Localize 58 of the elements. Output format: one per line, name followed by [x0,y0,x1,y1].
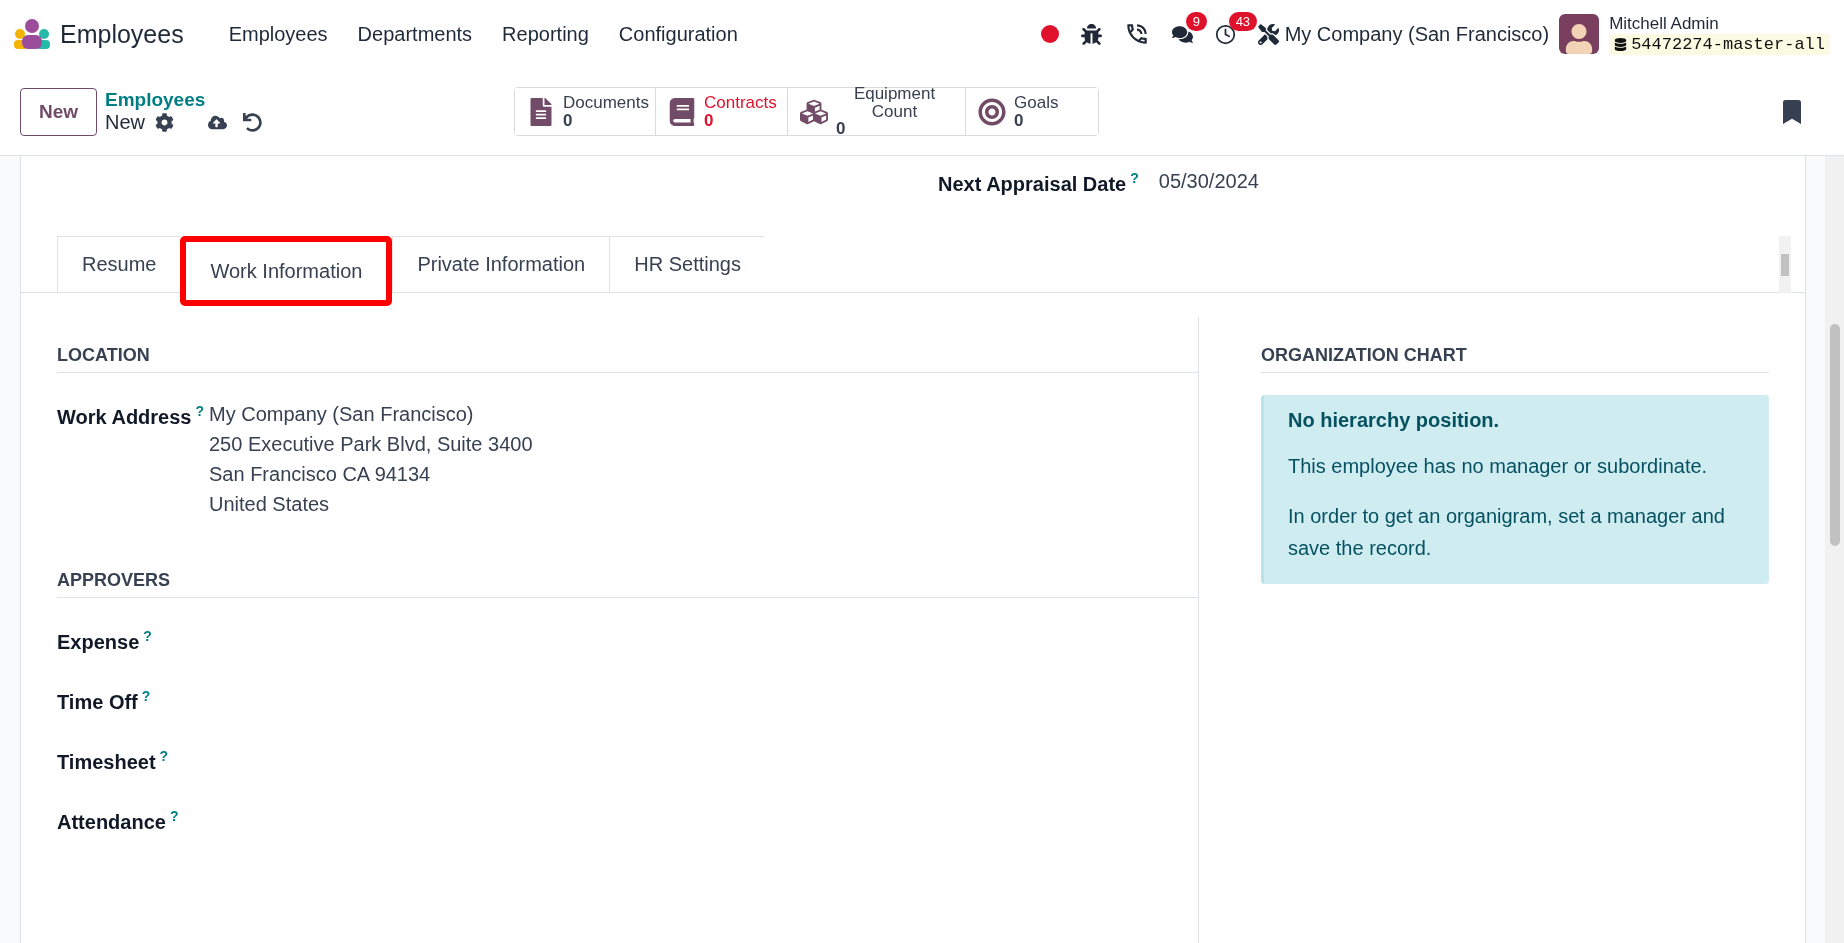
chat-icon[interactable] [1171,23,1193,45]
help-tooltip-icon[interactable]: ? [169,808,179,824]
section-heading: LOCATION [57,317,1198,373]
bug-icon[interactable] [1080,23,1102,45]
activity-count: 43 [1228,11,1258,31]
app-logo-icon[interactable] [14,18,50,50]
cloud-upload-icon[interactable] [208,113,227,132]
help-tooltip-icon[interactable]: ? [1130,170,1139,186]
help-tooltip-icon[interactable]: ? [141,688,151,704]
alert-text: This employee has no manager or subordinate. [1288,454,1709,479]
tab[interactable]: Private Information [392,236,610,293]
address-line: San Francisco CA 94134 [209,463,432,486]
field-value[interactable]: 05/30/2024 [1158,170,1259,193]
tab[interactable]: HR Settings [609,236,765,293]
settings-icon[interactable] [155,113,174,132]
smart-button[interactable]: Goals 0 [965,88,1098,135]
section-heading: ORGANIZATION CHART [1261,317,1769,373]
clock-icon[interactable] [1214,23,1236,45]
cubes-icon [800,97,828,126]
tab[interactable]: Work Information [180,236,393,306]
book-icon [668,97,696,126]
bookmark-icon[interactable] [1780,99,1804,124]
field-label: Attendance $^{?}$ [57,810,179,833]
target-icon [978,97,1006,126]
app-name[interactable]: Employees [60,19,184,49]
scrollbar[interactable] [1779,236,1791,293]
menu-item[interactable]: Departments [342,22,488,46]
menu-item[interactable]: Reporting [487,22,604,46]
alert-text: In order to get an organigram, set a manager and save the record. [1288,504,1726,561]
address-line: My Company (San Francisco) [209,403,475,426]
field-label: Work Address $^{?}$ [57,405,205,428]
recording-dot-icon[interactable] [1040,25,1059,43]
alert-title: No hierarchy position. [1288,409,1501,432]
section-heading: APPROVERS [57,542,1198,598]
database-icon [1614,37,1628,51]
field-label: Next Appraisal Date $^{?}$ [938,170,1139,196]
help-tooltip-icon[interactable]: ? [159,748,169,764]
record-name: New [105,111,145,134]
user-avatar[interactable] [1559,14,1600,54]
address-line: United States [209,493,331,516]
message-count: 9 [1185,11,1207,31]
field-label: Expense $^{?}$ [57,630,152,653]
user-name[interactable]: Mitchell Admin [1609,13,1830,34]
undo-icon[interactable] [243,113,262,132]
help-tooltip-icon[interactable]: ? [143,628,152,644]
address-line: 250 Executive Park Blvd, Suite 3400 [209,433,533,456]
tab[interactable]: Resume [57,236,181,293]
menu-item[interactable]: Configuration [603,22,753,46]
field-label: Time Off $^{?}$ [57,690,151,713]
menu-item[interactable]: Employees [213,22,343,46]
company-switcher[interactable]: My Company (San Francisco) [1284,22,1550,46]
breadcrumb-link[interactable]: Employees [105,89,262,111]
scrollbar[interactable] [1825,156,1844,943]
field-label: Timesheet $^{?}$ [57,750,169,773]
help-tooltip-icon[interactable]: ? [195,403,205,419]
tools-icon[interactable] [1257,23,1279,45]
new-button[interactable]: New [20,87,97,136]
database-name: 54472274-master-all [1609,33,1830,55]
